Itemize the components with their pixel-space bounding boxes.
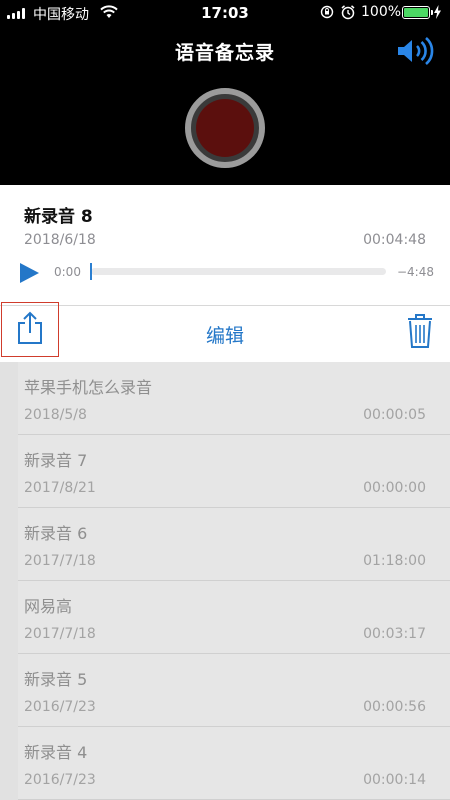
list-item-duration: 01:18:00: [363, 553, 426, 569]
scrubber-handle[interactable]: [90, 263, 92, 280]
battery-percent: 100%: [361, 4, 402, 20]
list-item-title: 新录音 7: [24, 451, 88, 470]
share-icon: [18, 311, 42, 344]
share-button[interactable]: [1, 302, 59, 357]
list-item-date: 2016/7/23: [24, 699, 96, 715]
recording-date: 2018/6/18: [24, 232, 96, 248]
list-item[interactable]: 新录音 7 2017/8/21 00:00:00: [18, 435, 450, 508]
status-bar: 中国移动 17:03 100%: [0, 0, 450, 26]
list-item-title: 网易高: [24, 597, 73, 616]
play-icon[interactable]: [18, 262, 40, 284]
alarm-icon: [341, 5, 355, 20]
list-item-date: 2017/7/18: [24, 553, 96, 569]
list-item-duration: 00:00:56: [363, 699, 426, 715]
list-item-title: 苹果手机怎么录音: [24, 378, 153, 397]
list-item-title: 新录音 4: [24, 743, 88, 762]
list-item-date: 2016/7/23: [24, 772, 96, 788]
recording-duration: 00:04:48: [363, 232, 426, 248]
page-title: 语音备忘录: [174, 42, 275, 64]
battery-icon: [402, 6, 433, 19]
elapsed-time: 0:00: [54, 265, 81, 279]
list-item-title: 新录音 5: [24, 670, 88, 689]
current-recording[interactable]: 新录音 8 2018/6/18 00:04:48 0:00 −4:48: [0, 185, 450, 305]
charging-icon: [434, 5, 441, 19]
trash-icon[interactable]: [406, 313, 434, 349]
speaker-volume-icon[interactable]: [396, 36, 436, 66]
list-item[interactable]: 新录音 4 2016/7/23 00:00:14: [18, 727, 450, 800]
list-item-duration: 00:00:00: [363, 480, 426, 496]
list-item[interactable]: 新录音 6 2017/7/18 01:18:00: [18, 508, 450, 581]
list-item[interactable]: 网易高 2017/7/18 00:03:17: [18, 581, 450, 654]
playback-scrubber[interactable]: [90, 263, 386, 280]
list-item-date: 2017/8/21: [24, 480, 96, 496]
record-button[interactable]: [185, 88, 265, 168]
list-item-date: 2018/5/8: [24, 407, 87, 423]
record-icon: [196, 99, 254, 157]
list-item-duration: 00:00:14: [363, 772, 426, 788]
list-item-date: 2017/7/18: [24, 626, 96, 642]
recording-title: 新录音 8: [24, 207, 93, 227]
list-item[interactable]: 苹果手机怎么录音 2018/5/8 00:00:05: [18, 362, 450, 435]
list-item[interactable]: 新录音 5 2016/7/23 00:00:56: [18, 654, 450, 727]
orientation-lock-icon: [320, 5, 334, 19]
edit-button[interactable]: 编辑: [0, 321, 450, 348]
recording-toolbar: 编辑: [0, 302, 450, 362]
recordings-list: 苹果手机怎么录音 2018/5/8 00:00:05 新录音 7 2017/8/…: [0, 362, 450, 800]
list-item-title: 新录音 6: [24, 524, 88, 543]
list-item-duration: 00:03:17: [363, 626, 426, 642]
remaining-time: −4:48: [396, 265, 434, 279]
top-panel: 中国移动 17:03 100% 语音备忘录: [0, 0, 450, 185]
list-item-duration: 00:00:05: [363, 407, 426, 423]
